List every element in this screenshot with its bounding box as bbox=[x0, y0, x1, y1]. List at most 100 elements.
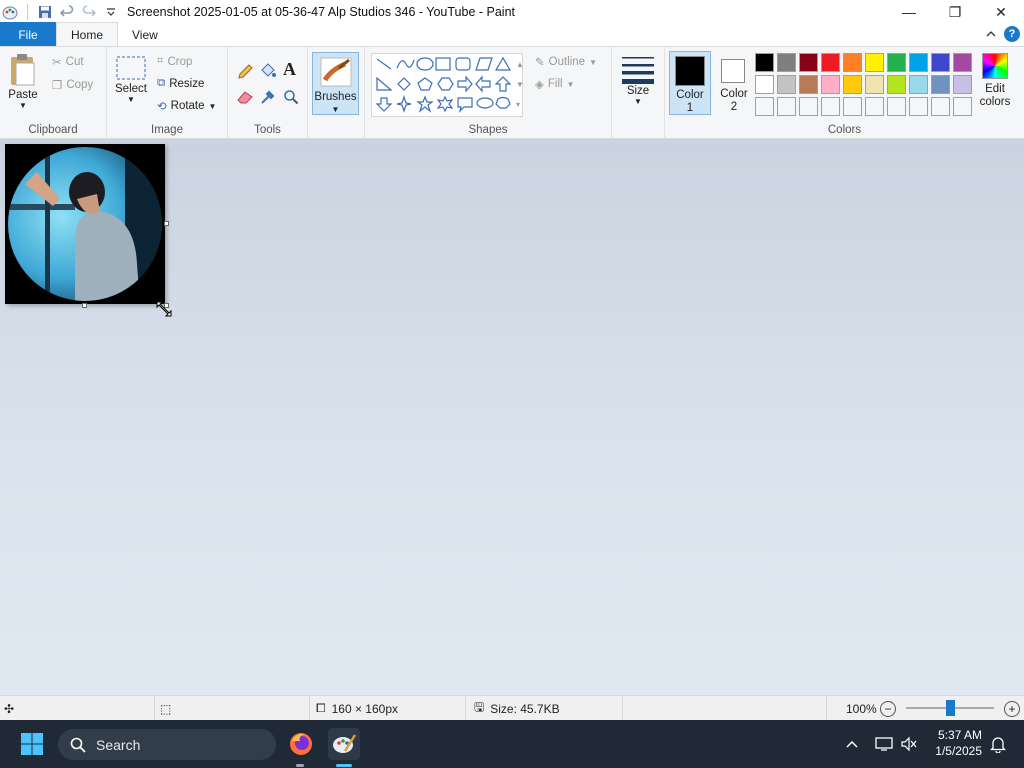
tab-file[interactable]: File bbox=[0, 22, 56, 47]
crop-icon: ⌗ bbox=[157, 55, 164, 67]
edit-colors-button[interactable]: Edit colors bbox=[975, 53, 1015, 109]
save-icon[interactable] bbox=[37, 4, 53, 20]
image-dimensions-text: 160 × 160px bbox=[331, 701, 399, 716]
color2-number: 2 bbox=[730, 101, 738, 113]
palette-custom-slot[interactable] bbox=[953, 97, 972, 116]
palette-swatch[interactable] bbox=[931, 75, 950, 94]
help-icon[interactable]: ? bbox=[1004, 26, 1020, 42]
resize-handle-right[interactable] bbox=[164, 221, 169, 226]
resize-button[interactable]: ⧉ Resize bbox=[157, 77, 204, 90]
shapes-gallery-icons bbox=[375, 56, 512, 113]
color2-button[interactable]: Color 2 bbox=[713, 51, 755, 115]
tab-view[interactable]: View bbox=[118, 22, 172, 47]
rotate-button[interactable]: ⟲ Rotate ▼ bbox=[157, 99, 216, 113]
shapes-gallery[interactable] bbox=[371, 53, 523, 117]
palette-swatch[interactable] bbox=[821, 53, 840, 72]
colors-group: Color 1 Color 2 Edit colors Colors bbox=[664, 47, 1024, 139]
palette-swatch[interactable] bbox=[865, 53, 884, 72]
collapse-ribbon-chevron-up-icon[interactable] bbox=[986, 27, 996, 41]
outline-brush-icon: ✎ bbox=[535, 57, 545, 69]
fill-bucket-icon[interactable] bbox=[258, 61, 278, 84]
brushes-button[interactable]: Brushes ▼ bbox=[312, 52, 359, 115]
color1-button[interactable]: Color 1 bbox=[669, 51, 711, 115]
palette-swatch[interactable] bbox=[777, 53, 796, 72]
close-button[interactable]: ✕ bbox=[978, 0, 1024, 24]
firefox-icon bbox=[290, 733, 312, 755]
palette-swatch[interactable] bbox=[953, 53, 972, 72]
palette-custom-slot[interactable] bbox=[887, 97, 906, 116]
paint-palette-icon bbox=[333, 734, 357, 753]
volume-button[interactable] bbox=[893, 728, 925, 760]
eraser-icon[interactable] bbox=[236, 89, 254, 108]
paint-taskbar-button[interactable] bbox=[328, 728, 360, 760]
palette-custom-slot[interactable] bbox=[821, 97, 840, 116]
rotate-chevron-down-icon: ▼ bbox=[208, 101, 217, 111]
clipboard-group: Paste ▼ ✂ Cut ❐ Copy Clipboard bbox=[0, 47, 107, 139]
show-hidden-icons-button[interactable] bbox=[836, 728, 868, 760]
zoom-in-button[interactable]: + bbox=[1004, 696, 1020, 721]
palette-swatch[interactable] bbox=[887, 53, 906, 72]
palette-swatch[interactable] bbox=[777, 75, 796, 94]
zoom-out-button[interactable]: − bbox=[880, 696, 896, 721]
palette-swatch[interactable] bbox=[755, 53, 774, 72]
palette-swatch[interactable] bbox=[909, 75, 928, 94]
size-button[interactable]: Size ▼ bbox=[618, 55, 658, 106]
palette-swatch[interactable] bbox=[909, 53, 928, 72]
fill-button[interactable]: ◈ Fill ▼ bbox=[535, 77, 574, 91]
palette-swatch[interactable] bbox=[843, 53, 862, 72]
customize-qat-chevron-down-icon[interactable] bbox=[103, 4, 119, 20]
crop-button[interactable]: ⌗ Crop bbox=[157, 55, 192, 68]
shapes-scroll-arrows[interactable]: ▲ ▼ ▾ bbox=[516, 55, 524, 115]
taskbar-clock[interactable]: 5:37 AM 1/5/2025 bbox=[935, 727, 982, 759]
paint-app-icon[interactable] bbox=[2, 4, 18, 20]
fill-icon: ◈ bbox=[535, 79, 544, 91]
taskbar-search[interactable]: Search bbox=[58, 729, 276, 760]
canvas-workspace[interactable] bbox=[0, 139, 1024, 695]
outline-button[interactable]: ✎ Outline ▼ bbox=[535, 55, 597, 69]
maximize-button[interactable]: ❐ bbox=[932, 0, 978, 24]
cut-button[interactable]: ✂ Cut bbox=[52, 55, 84, 69]
palette-swatch[interactable] bbox=[931, 53, 950, 72]
select-button[interactable]: Select ▼ bbox=[115, 55, 147, 104]
palette-swatch[interactable] bbox=[799, 75, 818, 94]
notifications-button[interactable] bbox=[982, 728, 1014, 760]
tab-home[interactable]: Home bbox=[56, 22, 119, 47]
brushes-label: Brushes bbox=[314, 91, 357, 103]
drawing-canvas[interactable] bbox=[5, 144, 169, 308]
palette-custom-slot[interactable] bbox=[799, 97, 818, 116]
palette-swatch[interactable] bbox=[887, 75, 906, 94]
palette-swatch[interactable] bbox=[821, 75, 840, 94]
redo-icon[interactable] bbox=[81, 4, 97, 20]
brush-icon bbox=[320, 57, 352, 87]
start-button[interactable] bbox=[16, 728, 48, 760]
palette-custom-slot[interactable] bbox=[865, 97, 884, 116]
qat-separator bbox=[27, 4, 28, 20]
pencil-icon[interactable] bbox=[236, 63, 254, 84]
minimize-button[interactable]: — bbox=[886, 0, 932, 24]
resize-handle-bottom[interactable] bbox=[82, 303, 87, 308]
palette-custom-slot[interactable] bbox=[777, 97, 796, 116]
palette-custom-slot[interactable] bbox=[931, 97, 950, 116]
palette-swatch[interactable] bbox=[843, 75, 862, 94]
clipboard-group-label: Clipboard bbox=[28, 124, 78, 136]
palette-custom-slot[interactable] bbox=[755, 97, 774, 116]
palette-custom-slot[interactable] bbox=[909, 97, 928, 116]
color-picker-icon[interactable] bbox=[260, 89, 276, 108]
palette-swatch[interactable] bbox=[755, 75, 774, 94]
search-icon bbox=[70, 737, 86, 753]
palette-swatch[interactable] bbox=[953, 75, 972, 94]
firefox-taskbar-button[interactable] bbox=[285, 728, 317, 760]
zoom-slider-thumb[interactable] bbox=[946, 700, 955, 716]
palette-swatch[interactable] bbox=[865, 75, 884, 94]
clipboard-icon bbox=[11, 54, 35, 86]
magnifier-icon[interactable] bbox=[283, 89, 299, 108]
paste-button[interactable]: Paste ▼ bbox=[8, 53, 38, 110]
text-tool-icon[interactable]: A bbox=[283, 59, 296, 80]
undo-icon[interactable] bbox=[59, 4, 75, 20]
copy-button[interactable]: ❐ Copy bbox=[52, 78, 93, 92]
palette-swatch[interactable] bbox=[799, 53, 818, 72]
cursor-position-icon: ✣ bbox=[4, 701, 15, 716]
tools-group: A Tools bbox=[228, 47, 308, 139]
palette-custom-slot[interactable] bbox=[843, 97, 862, 116]
tools-group-label: Tools bbox=[254, 124, 281, 136]
